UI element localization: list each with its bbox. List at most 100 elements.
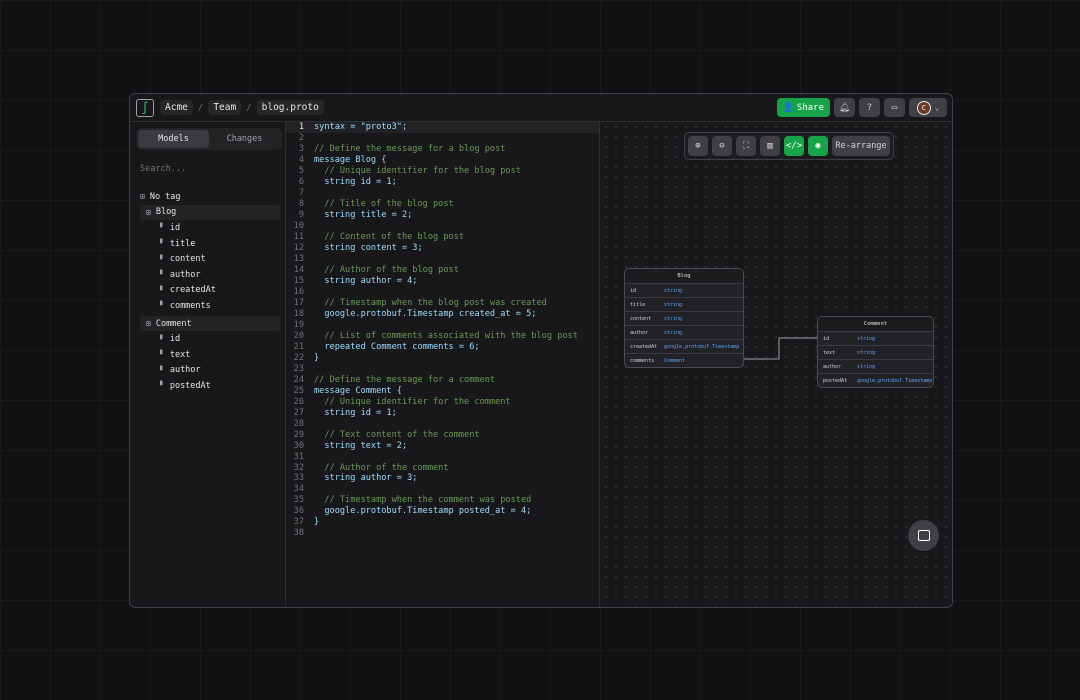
- code-line[interactable]: 7: [286, 188, 599, 199]
- code-text: // Timestamp when the blog post was crea…: [314, 297, 547, 308]
- code-line[interactable]: 29 // Text content of the comment: [286, 429, 599, 440]
- help-button[interactable]: ?: [859, 98, 880, 117]
- code-text: // Author of the comment: [314, 462, 449, 473]
- code-line[interactable]: 9 string title = 2;: [286, 210, 599, 221]
- model-blog[interactable]: ⊞ Blog: [140, 204, 280, 221]
- field-item[interactable]: ▘ text: [140, 347, 280, 363]
- code-text: string title = 2;: [314, 210, 413, 221]
- code-text: // Define the message for a comment: [314, 374, 496, 385]
- code-line[interactable]: 38: [286, 528, 599, 539]
- code-line[interactable]: 34: [286, 484, 599, 495]
- breadcrumb-file[interactable]: blog.proto: [256, 100, 324, 115]
- field-item[interactable]: ▘ content: [140, 251, 280, 267]
- code-line[interactable]: 25 message Comment {: [286, 385, 599, 396]
- entity-field: author string: [625, 325, 743, 339]
- entity-comment[interactable]: Comment id string text string author string pos…: [817, 316, 934, 388]
- code-line[interactable]: 23: [286, 363, 599, 374]
- code-line[interactable]: 4 message Blog {: [286, 155, 599, 166]
- file-icon: ▘: [160, 301, 165, 311]
- field-item[interactable]: ▘ id: [140, 331, 280, 347]
- field-item[interactable]: ▘ title: [140, 236, 280, 252]
- field-item[interactable]: ▘ author: [140, 363, 280, 379]
- code-line[interactable]: 10: [286, 221, 599, 232]
- search-input[interactable]: [140, 164, 270, 174]
- line-number: 23: [293, 363, 304, 374]
- code-line[interactable]: 2: [286, 133, 599, 144]
- code-text: }: [314, 352, 320, 363]
- entity-field: createdAt google.protobuf.Timestamp: [625, 339, 743, 353]
- line-number: 32: [293, 462, 304, 473]
- code-line[interactable]: 15 string author = 4;: [286, 276, 599, 287]
- line-number: 26: [293, 396, 304, 407]
- field-label: createdAt: [169, 285, 216, 296]
- file-icon: ▘: [160, 223, 165, 233]
- code-line[interactable]: 22}: [286, 352, 599, 363]
- breadcrumb-acme[interactable]: Acme: [160, 100, 193, 115]
- code-line[interactable]: 14 // Author of the blog post: [286, 265, 599, 276]
- field-item[interactable]: ▘ postedAt: [140, 378, 280, 394]
- table-icon: ⊞: [146, 207, 151, 217]
- field-name: text: [823, 349, 836, 356]
- code-line[interactable]: 31: [286, 451, 599, 462]
- code-line[interactable]: 24 // Define the message for a comment: [286, 374, 599, 385]
- line-number: 17: [293, 297, 304, 308]
- field-type: string: [664, 301, 683, 308]
- diagram-canvas[interactable]: ⊕ ⊖ ⛶ ▥ </> ◉ Re-arrange Blog id string tit…: [601, 122, 952, 607]
- field-type: google.protobuf.Timestamp: [664, 343, 740, 350]
- code-line[interactable]: 8 // Title of the blog post: [286, 199, 599, 210]
- breadcrumb-team[interactable]: Team: [208, 100, 242, 115]
- file-icon: ▘: [160, 285, 165, 295]
- entity-blog[interactable]: Blog id string title string content string auth…: [624, 268, 744, 368]
- file-icon: ▘: [160, 239, 165, 249]
- code-line[interactable]: 19: [286, 319, 599, 330]
- line-number: 36: [293, 506, 304, 517]
- code-text: // Text content of the comment: [314, 429, 480, 440]
- code-line[interactable]: 1 syntax = "proto3";: [286, 122, 599, 133]
- field-item[interactable]: ▘ comments: [140, 298, 280, 314]
- chat-support-button[interactable]: [908, 520, 939, 551]
- field-item[interactable]: ▘ id: [140, 220, 280, 236]
- line-number: 34: [293, 484, 304, 495]
- code-line[interactable]: 30 string text = 2;: [286, 440, 599, 451]
- code-text: repeated Comment comments = 6;: [314, 341, 480, 352]
- field-item[interactable]: ▘ author: [140, 267, 280, 283]
- code-line[interactable]: 37}: [286, 517, 599, 528]
- code-line[interactable]: 6 string id = 1;: [286, 177, 599, 188]
- code-line[interactable]: 11 // Content of the blog post: [286, 232, 599, 243]
- code-text: // Define the message for a blog post: [314, 144, 506, 155]
- code-line[interactable]: 35 // Timestamp when the comment was pos…: [286, 495, 599, 506]
- code-line[interactable]: 18 google.protobuf.Timestamp created_at …: [286, 308, 599, 319]
- field-item[interactable]: ▘ createdAt: [140, 283, 280, 299]
- share-button[interactable]: 👤 Share: [776, 98, 830, 117]
- code-line[interactable]: 17 // Timestamp when the blog post was c…: [286, 298, 599, 309]
- entity-field: content string: [625, 311, 743, 325]
- code-line[interactable]: 5 // Unique identifier for the blog post: [286, 166, 599, 177]
- code-line[interactable]: 13: [286, 254, 599, 265]
- tag-no-tag[interactable]: ⊞ No tag: [140, 189, 280, 205]
- code-line[interactable]: 33 string author = 3;: [286, 473, 599, 484]
- avatar: C: [916, 100, 931, 115]
- code-editor[interactable]: 1 syntax = "proto3"; 2 3 // Define the messa…: [286, 122, 600, 607]
- code-line[interactable]: 32 // Author of the comment: [286, 462, 599, 473]
- feedback-button[interactable]: ▭: [884, 98, 905, 117]
- logo-icon[interactable]: ∫: [136, 98, 154, 117]
- code-line[interactable]: 16: [286, 287, 599, 298]
- code-line[interactable]: 3 // Define the message for a blog post: [286, 144, 599, 155]
- field-label: author: [169, 269, 201, 280]
- account-menu[interactable]: C ⌄: [909, 98, 947, 117]
- code-line[interactable]: 27 string id = 1;: [286, 407, 599, 418]
- code-line[interactable]: 12 string content = 3;: [286, 243, 599, 254]
- code-line[interactable]: 20 // List of comments associated with t…: [286, 330, 599, 341]
- code-line[interactable]: 26 // Unique identifier for the comment: [286, 396, 599, 407]
- entity-field: title string: [625, 297, 743, 311]
- code-line[interactable]: 28: [286, 418, 599, 429]
- tab-models[interactable]: Models: [138, 130, 209, 148]
- notifications-button[interactable]: 🔔︎: [834, 98, 855, 117]
- code-line[interactable]: 36 google.protobuf.Timestamp posted_at =…: [286, 506, 599, 517]
- code-line[interactable]: 21 repeated Comment comments = 6;: [286, 341, 599, 352]
- entity-field: author string: [818, 359, 933, 373]
- model-comment[interactable]: ⊞ Comment: [140, 315, 280, 332]
- field-name: id: [823, 335, 830, 342]
- line-number: 27: [293, 407, 304, 418]
- tab-changes[interactable]: Changes: [209, 130, 280, 148]
